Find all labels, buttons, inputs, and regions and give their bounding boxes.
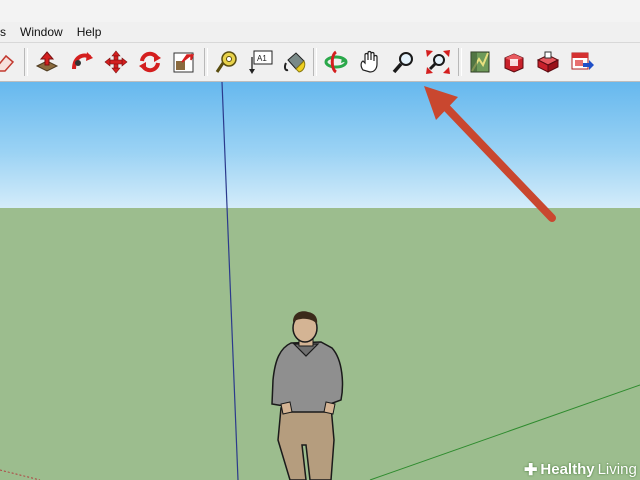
watermark-brand-bold: Healthy: [540, 461, 595, 478]
watermark-logo: ✚ Healthy Living: [524, 459, 637, 480]
blue-axis-line: [221, 81, 239, 480]
viewport-overlay: [0, 81, 640, 480]
arrow-pointer-icon: [424, 86, 556, 222]
person-figure-icon: [271, 311, 344, 480]
plus-icon: ✚: [524, 461, 538, 479]
watermark-brand-thin: Living: [597, 461, 637, 478]
red-axis-line: [0, 469, 41, 480]
